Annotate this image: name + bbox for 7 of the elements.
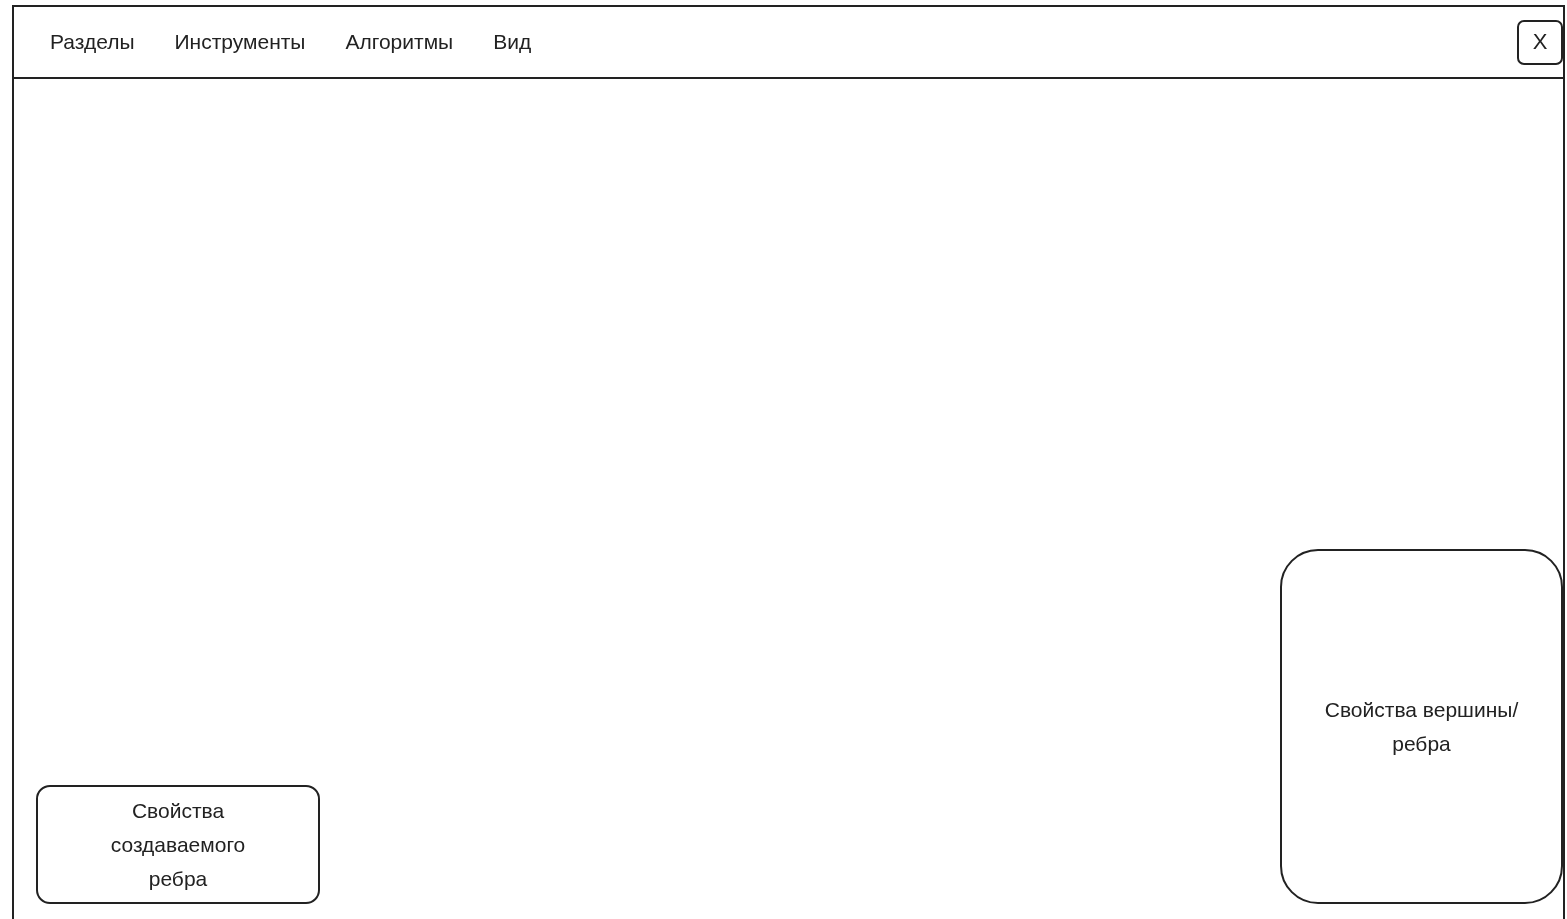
edge-properties-panel: Свойства создаваемого ребра	[36, 785, 320, 904]
close-button[interactable]: X	[1517, 19, 1563, 65]
menu-item[interactable]: Разделы	[50, 30, 135, 54]
menu-item[interactable]: Инструменты	[174, 30, 306, 54]
menu-item[interactable]: Вид	[493, 30, 532, 54]
properties-panel: Свойства вершины/ребра	[1280, 549, 1563, 904]
menu-item[interactable]: Алгоритмы	[345, 30, 454, 54]
